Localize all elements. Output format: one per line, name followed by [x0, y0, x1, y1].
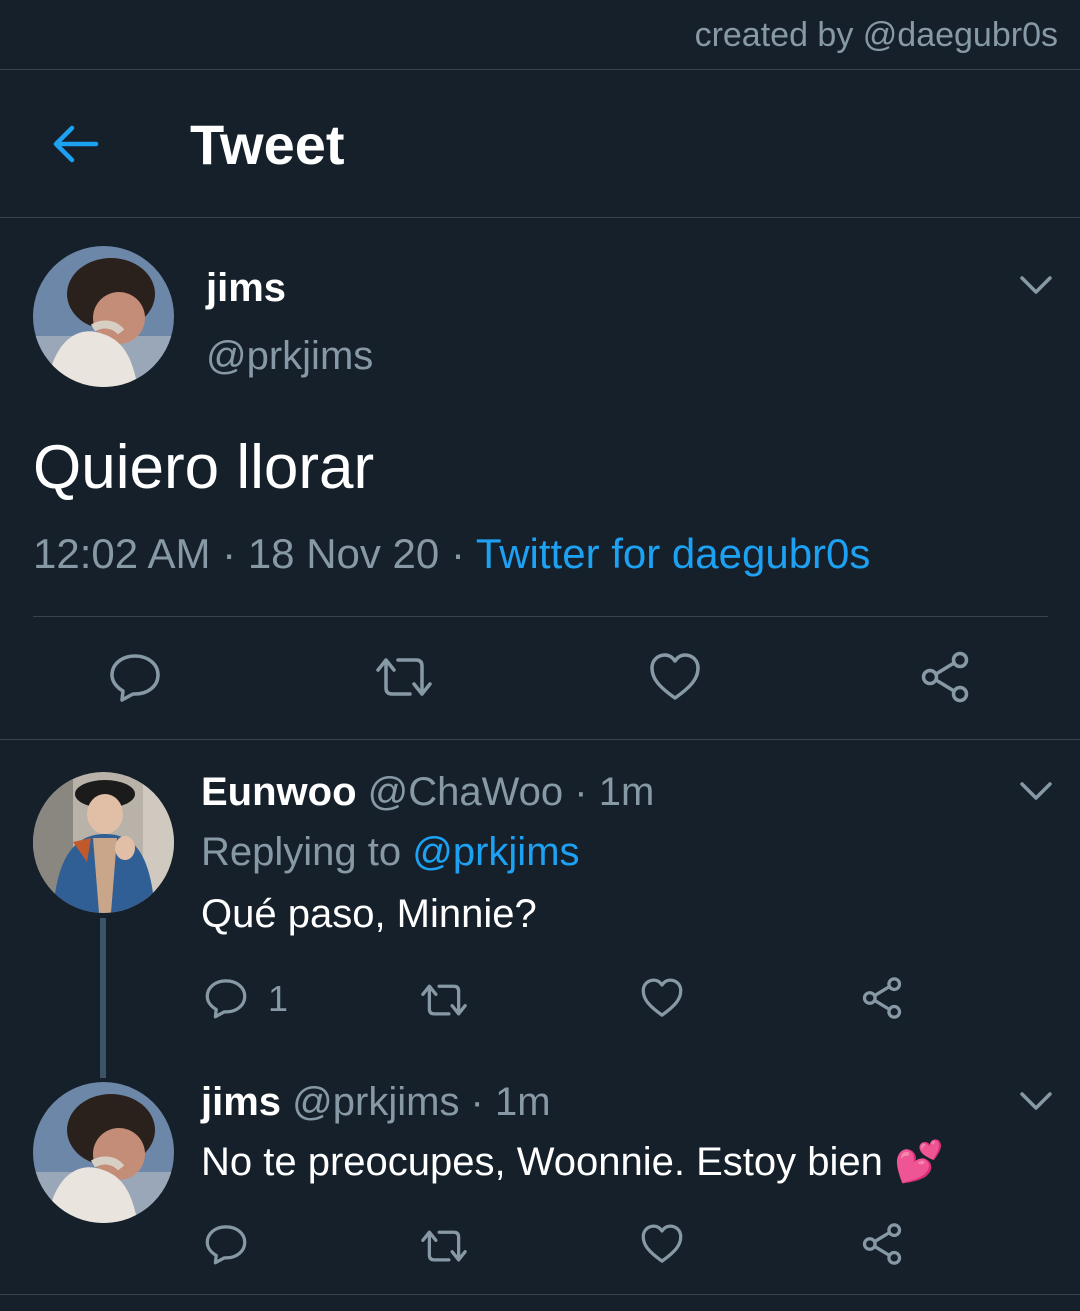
- thread-line: [100, 918, 106, 1078]
- heart-icon[interactable]: [648, 650, 702, 704]
- reply-icon[interactable]: [108, 650, 162, 704]
- reply-icon[interactable]: [204, 976, 248, 1020]
- reply-handle-time: @ChaWoo · 1m: [367, 770, 655, 814]
- arrow-left-icon[interactable]: [48, 120, 100, 168]
- chevron-down-icon[interactable]: [1018, 1088, 1054, 1114]
- retweet-icon[interactable]: [418, 978, 470, 1022]
- separator: ·: [450, 530, 465, 577]
- reply-author-name[interactable]: Eunwoo: [201, 770, 357, 814]
- reply-header: jims @prkjims · 1m: [201, 1080, 551, 1125]
- tweet-date: 18 Nov 20: [247, 530, 440, 577]
- watermark: created by @daegubr0s: [694, 16, 1058, 54]
- chevron-down-icon[interactable]: [1018, 272, 1054, 298]
- tweet-meta: 12:02 AM · 18 Nov 20 · Twitter for daegu…: [33, 530, 870, 578]
- divider: [0, 217, 1080, 218]
- page-title: Tweet: [190, 113, 345, 176]
- tweet-time: 12:02 AM: [33, 530, 211, 577]
- avatar[interactable]: [33, 246, 174, 387]
- divider: [33, 616, 1048, 617]
- reply-count: 1: [268, 978, 289, 1019]
- author-name[interactable]: jims: [206, 266, 286, 311]
- heart-icon[interactable]: [640, 976, 684, 1020]
- divider: [0, 1294, 1080, 1295]
- replying-label: Replying to: [201, 830, 402, 874]
- avatar[interactable]: [33, 772, 174, 913]
- author-handle[interactable]: @prkjims: [206, 334, 373, 379]
- share-icon[interactable]: [918, 650, 972, 704]
- separator: ·: [222, 530, 237, 577]
- avatar[interactable]: [33, 1082, 174, 1223]
- header-bar: Tweet: [0, 70, 1080, 218]
- mention-link[interactable]: @prkjims: [412, 830, 579, 874]
- tweet-client-link[interactable]: Twitter for daegubr0s: [476, 530, 871, 577]
- reply-text: No te preocupes, Woonnie. Estoy bien 💕: [201, 1140, 944, 1184]
- reply-icon[interactable]: [204, 1222, 248, 1266]
- share-icon[interactable]: [860, 976, 904, 1020]
- tweet-text: Quiero llorar: [33, 433, 375, 502]
- chevron-down-icon[interactable]: [1018, 778, 1054, 804]
- retweet-icon[interactable]: [372, 650, 436, 704]
- retweet-icon[interactable]: [418, 1224, 470, 1268]
- reply-header: Eunwoo @ChaWoo · 1m: [201, 770, 654, 815]
- reply-text: Qué paso, Minnie?: [201, 892, 537, 936]
- replying-to: Replying to @prkjims: [201, 830, 580, 875]
- reply-handle-time: @prkjims · 1m: [292, 1080, 551, 1124]
- heart-icon[interactable]: [640, 1222, 684, 1266]
- reply-author-name[interactable]: jims: [201, 1080, 281, 1124]
- share-icon[interactable]: [860, 1222, 904, 1266]
- divider: [0, 739, 1080, 740]
